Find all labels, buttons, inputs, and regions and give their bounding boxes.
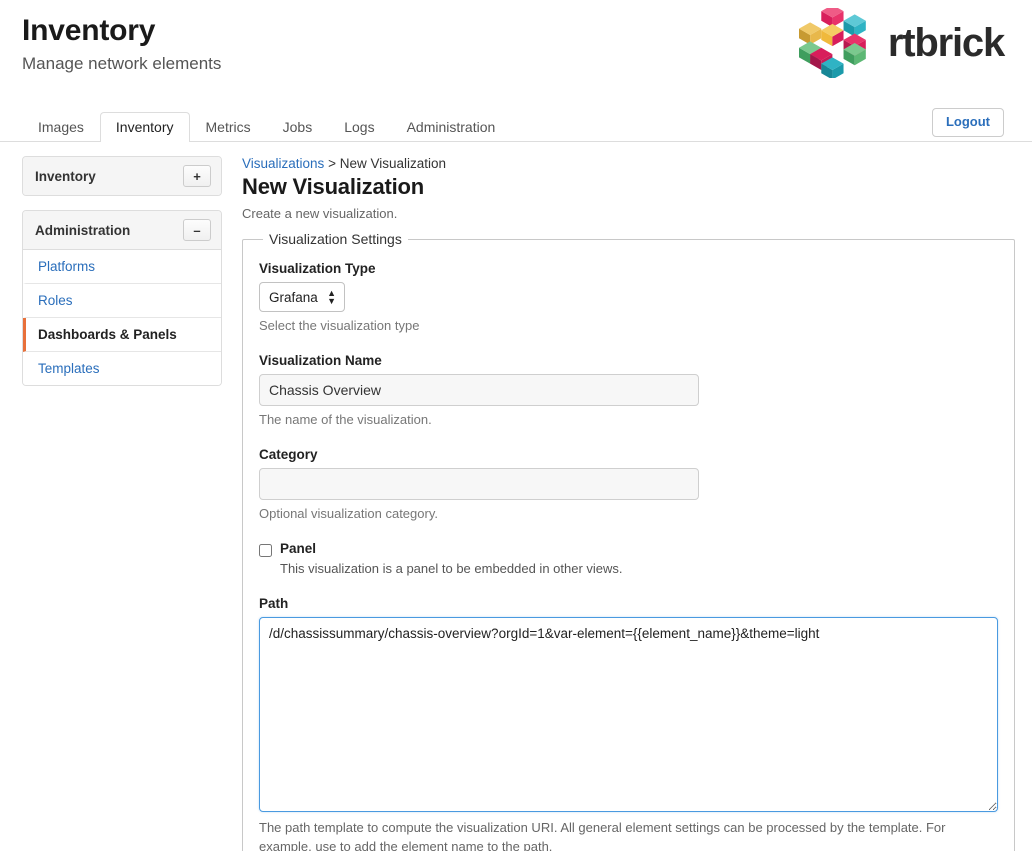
field-visualization-name: Visualization Name The name of the visua… <box>259 353 998 430</box>
field-category: Category Optional visualization category… <box>259 447 998 524</box>
sidebar: Inventory + Administration – Platforms R… <box>22 156 222 400</box>
tab-jobs[interactable]: Jobs <box>267 112 329 142</box>
visualization-name-label: Visualization Name <box>259 352 382 368</box>
breadcrumb: Visualizations > New Visualization <box>242 156 1015 171</box>
field-path: Path The path template to compute the vi… <box>259 596 998 851</box>
visualization-settings-fieldset: Visualization Settings Visualization Typ… <box>242 231 1015 851</box>
field-panel-checkbox: Panel This visualization is a panel to b… <box>259 541 998 579</box>
tab-administration[interactable]: Administration <box>391 112 512 142</box>
sidebar-item-templates[interactable]: Templates <box>23 352 221 385</box>
brand-wordmark: rtbrick <box>887 21 1005 65</box>
minus-icon[interactable]: – <box>183 219 211 241</box>
page-header: Inventory Manage network elements rtbric… <box>0 0 1032 100</box>
field-visualization-type: Visualization Type Grafana ▲ ▼ Select th… <box>259 261 998 336</box>
visualization-type-select-wrap: Grafana ▲ ▼ <box>259 282 345 312</box>
panel-checkbox-row: Panel <box>259 541 998 558</box>
tab-metrics[interactable]: Metrics <box>190 112 267 142</box>
sidebar-item-platforms[interactable]: Platforms <box>23 250 221 284</box>
path-textarea[interactable] <box>259 616 998 812</box>
sidebar-panel-inventory-title: Inventory <box>35 168 96 184</box>
panel-checkbox-help: This visualization is a panel to be embe… <box>280 561 623 577</box>
sidebar-panel-inventory-header[interactable]: Inventory + <box>23 157 221 195</box>
page-description: Create a new visualization. <box>242 206 398 221</box>
sidebar-item-roles[interactable]: Roles <box>23 284 221 318</box>
category-help: Optional visualization category. <box>259 505 438 521</box>
tab-images[interactable]: Images <box>22 112 100 142</box>
breadcrumb-link-visualizations[interactable]: Visualizations <box>242 156 324 171</box>
path-help: The path template to compute the visuali… <box>259 819 946 851</box>
breadcrumb-separator: > <box>328 156 336 171</box>
tab-logs[interactable]: Logs <box>328 112 390 142</box>
main-tabbar: Images Inventory Metrics Jobs Logs Admin… <box>0 108 1032 142</box>
page-body: Inventory + Administration – Platforms R… <box>0 142 1032 851</box>
page-title: New Visualization <box>242 174 425 199</box>
breadcrumb-current: New Visualization <box>339 156 447 171</box>
plus-icon[interactable]: + <box>183 165 211 187</box>
sidebar-panel-administration-header[interactable]: Administration – <box>23 211 221 250</box>
sidebar-panel-administration-title: Administration <box>35 222 131 238</box>
visualization-name-input[interactable] <box>259 373 699 406</box>
panel-checkbox-label[interactable]: Panel <box>280 541 316 558</box>
tab-inventory[interactable]: Inventory <box>99 112 190 142</box>
rtbrick-cube-logo-icon <box>798 8 866 78</box>
category-label: Category <box>259 446 318 462</box>
sidebar-panel-inventory: Inventory + <box>22 156 222 196</box>
main-content: Visualizations > New Visualization New V… <box>242 156 1015 851</box>
sidebar-panel-administration: Administration – Platforms Roles Dashboa… <box>22 210 222 386</box>
logout-button[interactable]: Logout <box>931 108 1004 137</box>
sidebar-item-dashboards-and-panels[interactable]: Dashboards & Panels <box>23 318 221 352</box>
panel-checkbox[interactable] <box>259 543 272 557</box>
brand-logo: rtbrick <box>794 8 1005 78</box>
category-input[interactable] <box>259 467 699 500</box>
visualization-settings-legend: Visualization Settings <box>269 231 402 247</box>
visualization-type-help: Select the visualization type <box>259 318 420 333</box>
visualization-name-help: The name of the visualization. <box>259 411 432 427</box>
visualization-type-select[interactable]: Grafana <box>259 282 345 312</box>
path-label: Path <box>259 595 289 611</box>
visualization-type-label: Visualization Type <box>259 261 376 276</box>
